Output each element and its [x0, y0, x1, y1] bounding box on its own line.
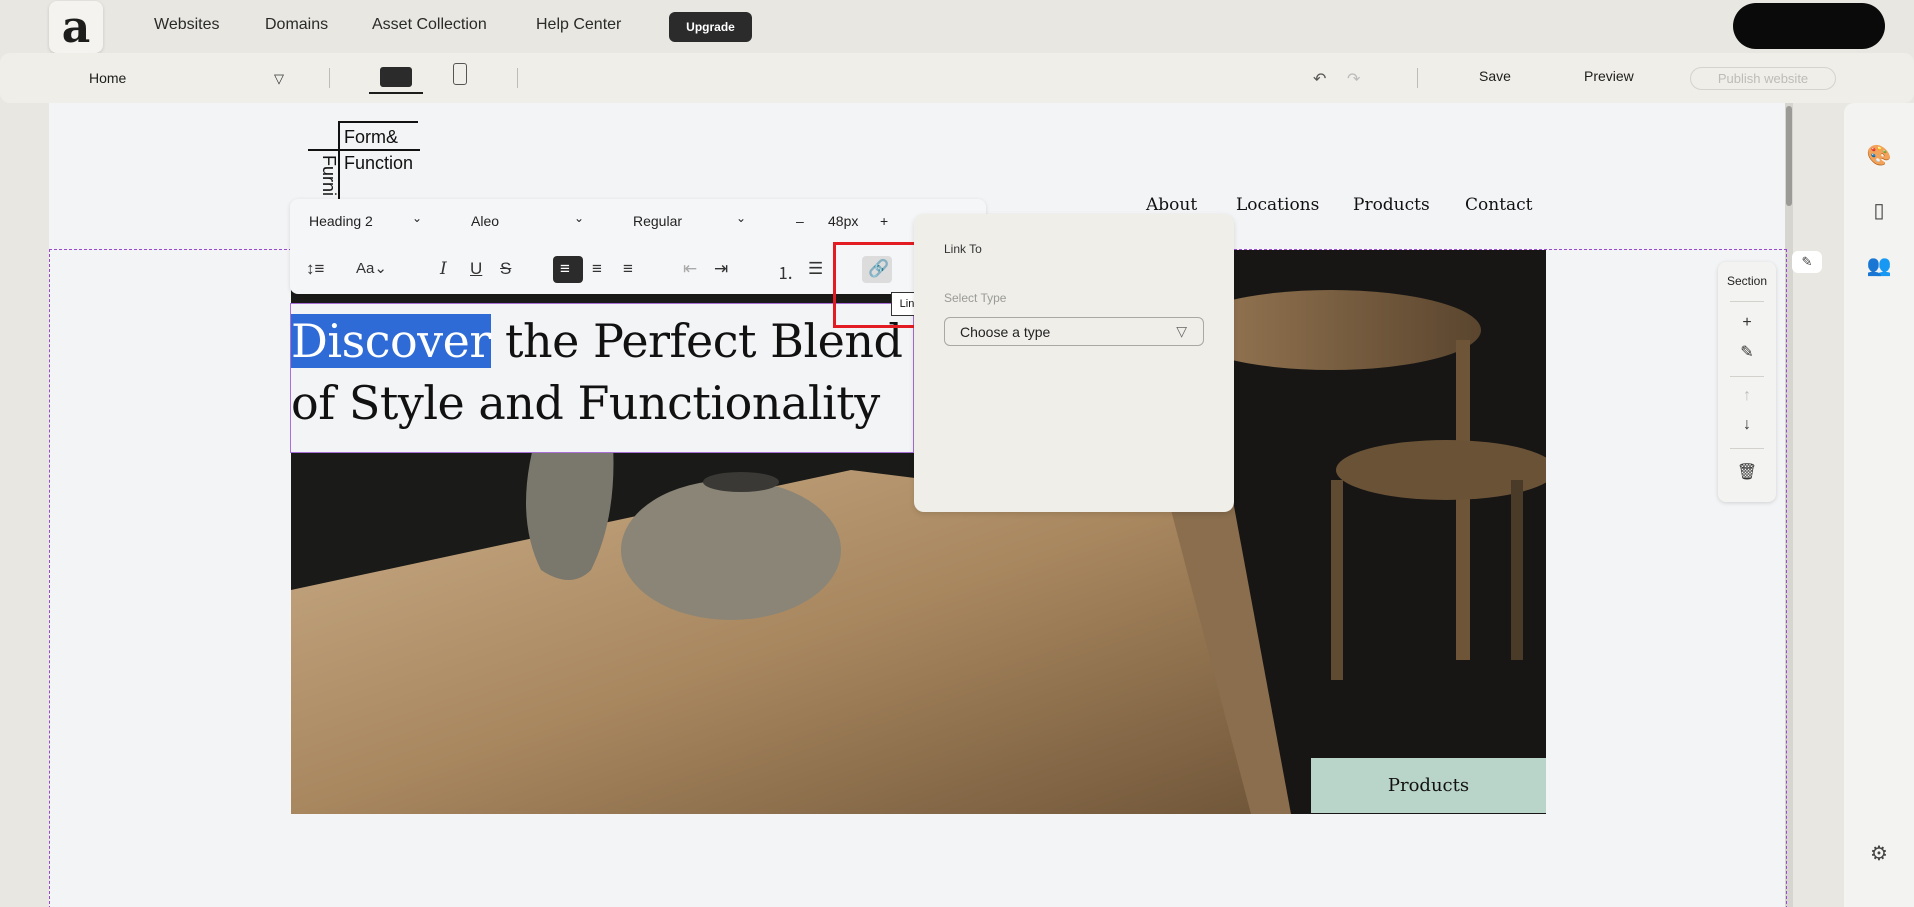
- section-toolbar: Section + ✎ ↑ ↓ 🗑: [1718, 262, 1776, 502]
- save-button[interactable]: Save: [1479, 68, 1511, 84]
- chevron-down-icon[interactable]: ⌄: [736, 211, 746, 225]
- desktop-icon: [380, 67, 412, 87]
- delete-section-icon[interactable]: 🗑: [1718, 462, 1776, 482]
- divider: [517, 68, 518, 88]
- site-nav-locations[interactable]: Locations: [1236, 195, 1319, 215]
- font-weight-dropdown[interactable]: Regular: [633, 213, 682, 229]
- section-edit-pencil-icon[interactable]: ✎: [1792, 251, 1822, 273]
- move-down-icon[interactable]: ↓: [1718, 416, 1776, 434]
- settings-gear-icon[interactable]: ⚙: [1844, 841, 1914, 866]
- chevron-down-icon[interactable]: ⌄: [574, 211, 584, 225]
- chevron-down-icon[interactable]: ⌄: [412, 211, 422, 225]
- selected-text[interactable]: Discover: [291, 314, 491, 368]
- logo-text-line2: Function: [344, 153, 414, 173]
- palette-icon[interactable]: 🎨: [1844, 143, 1914, 168]
- divider: [1730, 448, 1764, 449]
- move-up-icon[interactable]: ↑: [1718, 387, 1776, 405]
- increase-size-button[interactable]: +: [880, 213, 888, 229]
- font-size-value[interactable]: 48px: [828, 213, 858, 229]
- divider: [329, 68, 330, 88]
- link-to-panel: Link To Select Type Choose a type ▽: [914, 214, 1234, 512]
- nav-help-center[interactable]: Help Center: [536, 16, 621, 34]
- logo-vertical-text: Furni: [319, 155, 339, 197]
- page-selector[interactable]: Home: [89, 70, 126, 86]
- site-logo[interactable]: Form& Function Furni: [308, 121, 420, 199]
- line-height-icon[interactable]: ↕≡: [306, 259, 324, 279]
- desktop-view-button[interactable]: [369, 62, 423, 94]
- nav-asset-collection[interactable]: Asset Collection: [372, 16, 487, 34]
- underline-icon[interactable]: U: [470, 259, 482, 279]
- strikethrough-icon[interactable]: S: [500, 259, 511, 279]
- align-left-icon[interactable]: ≡: [560, 259, 570, 279]
- logo-rule: [308, 149, 420, 151]
- nav-domains[interactable]: Domains: [265, 16, 328, 34]
- site-nav-about[interactable]: About: [1146, 195, 1197, 215]
- chevron-down-icon[interactable]: ▽: [274, 71, 284, 87]
- scrollbar-thumb[interactable]: [1786, 106, 1792, 206]
- outdent-icon[interactable]: ⇤: [683, 259, 697, 279]
- add-section-icon[interactable]: +: [1718, 314, 1776, 332]
- bullet-list-icon[interactable]: ☰: [808, 259, 823, 279]
- font-family-dropdown[interactable]: Aleo: [471, 213, 499, 229]
- chevron-down-icon: ▽: [1176, 323, 1187, 339]
- link-panel-title: Link To: [944, 242, 982, 256]
- edit-section-icon[interactable]: ✎: [1718, 342, 1776, 362]
- products-cta-button[interactable]: Products: [1311, 758, 1546, 813]
- section-label: Section: [1726, 274, 1768, 288]
- indent-icon[interactable]: ⇥: [714, 259, 728, 279]
- redo-icon[interactable]: ↷: [1347, 69, 1360, 89]
- site-nav-contact[interactable]: Contact: [1465, 195, 1533, 215]
- decrease-size-button[interactable]: –: [796, 213, 804, 229]
- app-logo[interactable]: a: [49, 1, 103, 53]
- right-rail: 🎨 ▯ 👥 ⚙: [1844, 103, 1914, 907]
- italic-icon[interactable]: I: [440, 259, 447, 279]
- publish-website-button[interactable]: Publish website: [1690, 67, 1836, 90]
- text-style-dropdown[interactable]: Heading 2: [309, 213, 373, 229]
- link-type-select[interactable]: Choose a type ▽: [944, 317, 1204, 346]
- link-type-value: Choose a type: [960, 323, 1051, 340]
- nav-websites[interactable]: Websites: [154, 16, 220, 34]
- divider: [1730, 301, 1764, 302]
- top-navigation: a Websites Domains Asset Collection Help…: [0, 0, 1914, 53]
- numbered-list-icon[interactable]: ⒈: [777, 259, 794, 284]
- align-right-icon[interactable]: ≡: [623, 259, 633, 279]
- text-case-icon[interactable]: Aa⌄: [356, 259, 387, 277]
- select-type-label: Select Type: [944, 291, 1007, 305]
- users-icon[interactable]: 👥: [1844, 253, 1914, 278]
- align-center-icon[interactable]: ≡: [592, 259, 602, 279]
- mobile-view-button[interactable]: [453, 63, 467, 85]
- divider: [1730, 376, 1764, 377]
- undo-icon[interactable]: ↶: [1313, 69, 1326, 89]
- preview-button[interactable]: Preview: [1584, 68, 1634, 84]
- upgrade-button[interactable]: Upgrade: [669, 12, 752, 42]
- hero-heading-block[interactable]: Discover the Perfect Blend of Style and …: [290, 303, 914, 453]
- divider: [1417, 68, 1418, 88]
- account-avatar[interactable]: [1733, 3, 1885, 49]
- editor-toolbar: Home ▽ ↶ ↷ Save Preview Publish website: [0, 53, 1914, 103]
- pages-icon[interactable]: ▯: [1844, 198, 1914, 223]
- site-nav-products[interactable]: Products: [1353, 195, 1430, 215]
- hero-heading[interactable]: Discover the Perfect Blend of Style and …: [291, 310, 915, 434]
- logo-text-line1: Form&: [344, 127, 398, 147]
